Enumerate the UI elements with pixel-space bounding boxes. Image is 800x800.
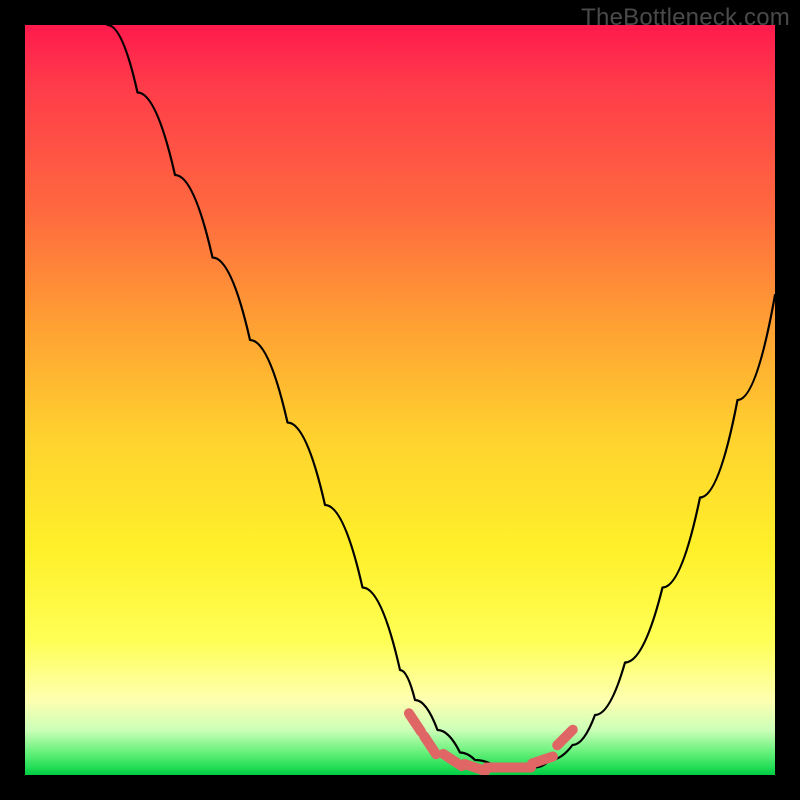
valley-marker: [532, 757, 553, 764]
bottleneck-curve: [108, 25, 776, 768]
curve-line: [108, 25, 776, 768]
plot-area: [25, 25, 775, 775]
valley-marker: [409, 713, 421, 731]
valley-marker: [557, 730, 573, 746]
valley-marker: [443, 754, 461, 766]
chart-frame: TheBottleneck.com: [0, 0, 800, 800]
chart-svg: [25, 25, 775, 775]
valley-marker: [424, 736, 436, 754]
